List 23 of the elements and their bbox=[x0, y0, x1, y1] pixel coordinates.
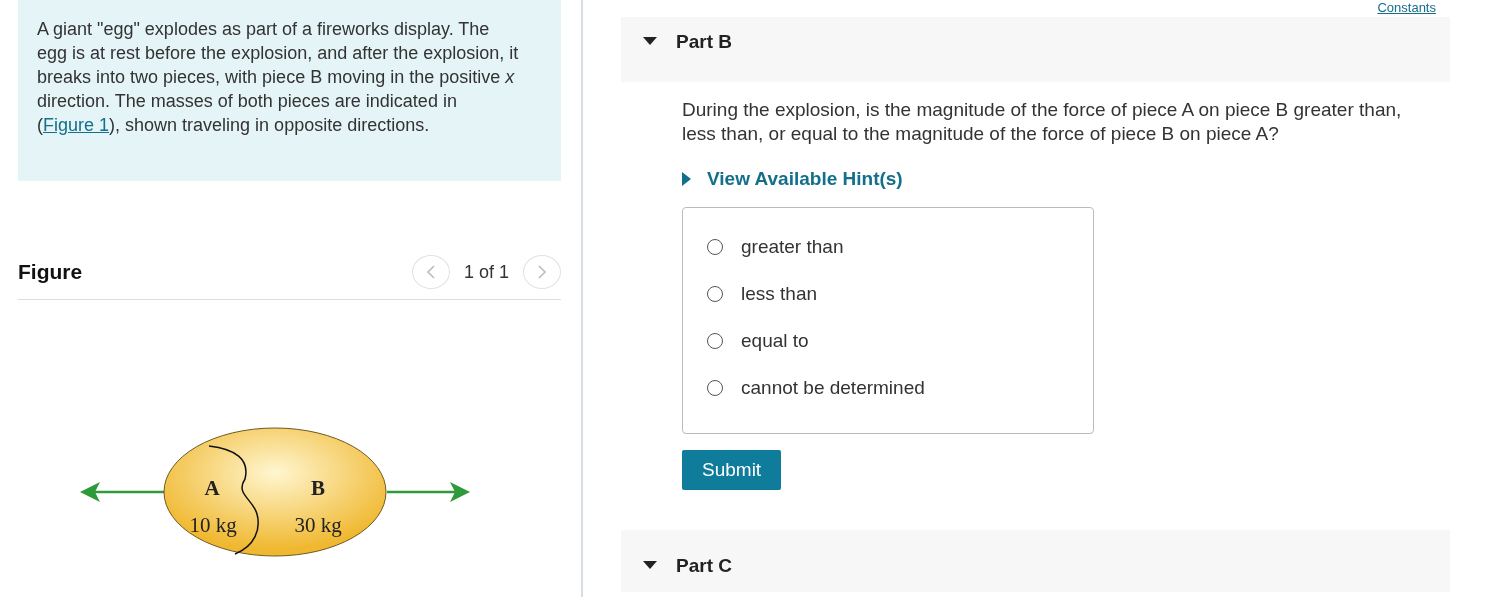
answer-option[interactable]: less than bbox=[707, 282, 1093, 305]
chevron-left-icon bbox=[425, 265, 436, 279]
caret-icon bbox=[682, 172, 691, 186]
part-header[interactable]: Part B bbox=[621, 17, 1450, 82]
question-text: During the explosion, is the magnitude of the force of piece A on piece B greater than, less than, or equal to the magnitude of the force of piece B on piece A? bbox=[682, 98, 1403, 146]
answer-option[interactable]: cannot be determined bbox=[707, 376, 1093, 399]
constants-link[interactable]: Constants bbox=[1377, 0, 1436, 17]
mass-label: 30 kg bbox=[294, 513, 342, 537]
page-counter: 1 of 1 bbox=[463, 261, 509, 283]
intro-paragraph: A giant "egg" explodes as part of a fireworks display. The egg is at rest before the explosion, and after the explosion, it breaks into two pieces, with piece B moving in the positive x direction. The masses of both pieces are indicated in (Figure 1), shown traveling in opposite directions. bbox=[37, 18, 520, 137]
part-header[interactable]: Part C bbox=[621, 530, 1450, 592]
figure-link[interactable]: Figure 1 bbox=[43, 115, 110, 135]
submit-button[interactable]: Submit bbox=[682, 450, 782, 490]
answer-option[interactable]: equal to bbox=[707, 329, 1093, 352]
chevron-right-icon bbox=[537, 265, 547, 279]
piece-label: B bbox=[311, 476, 325, 500]
mass-label: 10 kg bbox=[189, 513, 237, 537]
caret-icon bbox=[642, 36, 658, 46]
answer-option[interactable]: greater than bbox=[707, 235, 1093, 258]
piece-label: A bbox=[204, 476, 220, 500]
figure-heading: Figure bbox=[18, 260, 83, 284]
caret-icon bbox=[642, 560, 658, 570]
hints-toggle[interactable]: View Available Hint(s) bbox=[682, 168, 903, 190]
